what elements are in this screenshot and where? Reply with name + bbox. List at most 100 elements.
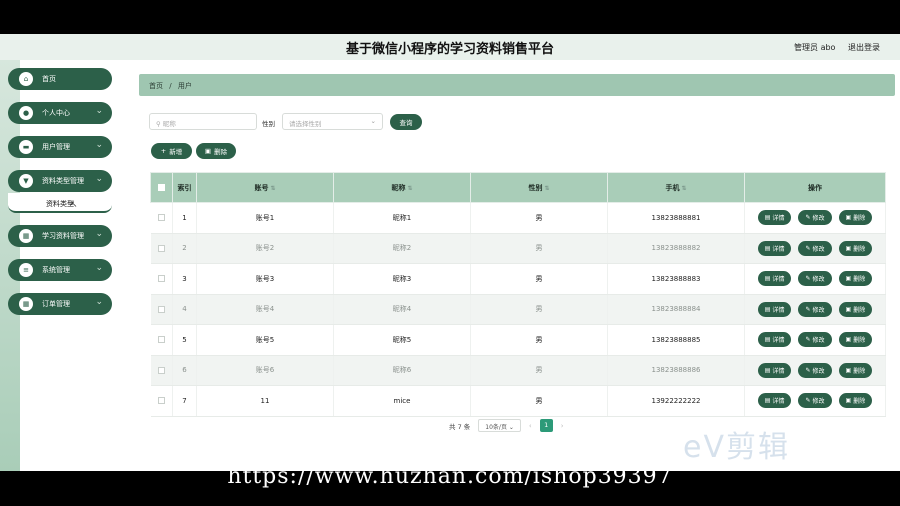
delete-button[interactable]: ▣ 删除 [838, 332, 873, 348]
edit-button[interactable]: ✎ 修改 [798, 301, 832, 317]
breadcrumb-current: 用户 [177, 82, 192, 90]
delete-button[interactable]: ▣ 删除 [838, 362, 873, 378]
detail-icon: ▤ [764, 305, 771, 313]
delete-button[interactable]: ▣ 删除 [838, 271, 873, 287]
cell-phone: 13823888883 [607, 263, 745, 295]
row-checkbox[interactable] [157, 305, 165, 313]
col-account[interactable]: 账号 ⇅ [196, 172, 334, 203]
row-checkbox[interactable] [157, 275, 165, 283]
col-gender[interactable]: 性别 ⇅ [470, 172, 608, 203]
sidebar-item-label: 订单管理 [42, 300, 70, 308]
sidebar-item-label: 系统管理 [42, 266, 70, 274]
sidebar-item-grid[interactable]: ▦ 学习资料管理 ⌄ [8, 225, 112, 247]
submenu-item-type[interactable]: 资料类型 ↖ [8, 193, 112, 213]
row-checkbox[interactable] [157, 366, 165, 374]
edit-button-label: 修改 [812, 337, 825, 345]
logout-link[interactable]: 退出登录 [848, 43, 880, 52]
edit-button[interactable]: ✎ 修改 [798, 393, 832, 409]
edit-button[interactable]: ✎ 修改 [798, 210, 832, 226]
detail-button-label: 详情 [772, 306, 785, 314]
prev-page-icon[interactable]: ‹ [529, 422, 532, 430]
edit-button-label: 修改 [812, 367, 825, 375]
detail-button-label: 详情 [772, 276, 785, 284]
home-icon: ⌂ [19, 72, 33, 86]
row-checkbox[interactable] [157, 336, 165, 344]
edit-icon: ✎ [805, 214, 811, 222]
page-size-select[interactable]: 10条/页 ⌄ [478, 419, 521, 432]
col-nickname[interactable]: 昵称 ⇅ [333, 172, 471, 203]
gender-label: 性别 [262, 120, 275, 128]
detail-button-label: 详情 [772, 337, 785, 345]
col-index: 索引 [172, 172, 197, 203]
edit-button[interactable]: ✎ 修改 [798, 271, 832, 287]
cell-account: 账号6 [196, 355, 334, 386]
table-row: 4 账号4 昵称4 男 13823888884 ▤ 详情 ✎ 修改 ▣ 删除 [150, 294, 886, 325]
cell-gender: 男 [470, 233, 608, 264]
nickname-placeholder: 昵称 [162, 120, 176, 128]
delete-button[interactable]: ▣ 删除 [838, 301, 873, 317]
detail-button[interactable]: ▤ 详情 [757, 362, 792, 378]
total-count: 共 7 条 [449, 422, 471, 431]
nickname-search-input[interactable]: ⚲ 昵称 [149, 113, 257, 130]
row-actions: ▤ 详情 ✎ 修改 ▣ 删除 [745, 210, 885, 226]
trash-icon: ▣ [845, 397, 852, 405]
detail-button[interactable]: ▤ 详情 [757, 301, 792, 317]
sidebar-item-category[interactable]: ▼ 资料类型管理 ⌄ [8, 170, 112, 192]
breadcrumb-home[interactable]: 首页 [149, 82, 163, 90]
user-info: 管理员 abo 退出登录 [784, 42, 880, 53]
bulk-delete-button[interactable]: ▣ 删除 [196, 143, 236, 159]
row-checkbox[interactable] [157, 244, 165, 252]
select-all-checkbox[interactable] [158, 184, 165, 191]
gender-placeholder: 请选择性别 [289, 120, 322, 128]
edit-button-label: 修改 [812, 245, 825, 253]
gender-select[interactable]: 请选择性别 ⌄ [282, 113, 383, 130]
edit-button[interactable]: ✎ 修改 [798, 362, 832, 378]
col-phone[interactable]: 手机 ⇅ [607, 172, 745, 203]
cell-account: 账号4 [196, 294, 334, 325]
sidebar-item-menu[interactable]: ≡ 系统管理 ⌄ [8, 259, 112, 281]
row-select-cell [150, 355, 173, 386]
mouse-cursor-icon: ↖ [70, 200, 78, 210]
next-page-icon[interactable]: › [561, 422, 564, 430]
edit-button-label: 修改 [812, 398, 825, 406]
chevron-down-icon: ⌄ [95, 263, 103, 273]
cell-index: 3 [172, 263, 197, 295]
detail-button[interactable]: ▤ 详情 [757, 271, 792, 287]
edit-button[interactable]: ✎ 修改 [798, 240, 832, 256]
row-actions: ▤ 详情 ✎ 修改 ▣ 删除 [745, 362, 885, 378]
trash-icon: ▣ [845, 214, 852, 222]
sort-icon: ⇅ [681, 184, 687, 192]
detail-button[interactable]: ▤ 详情 [757, 210, 792, 226]
cell-phone: 13823888882 [607, 233, 745, 264]
row-checkbox[interactable] [157, 397, 165, 405]
delete-button[interactable]: ▣ 删除 [838, 240, 873, 256]
detail-button[interactable]: ▤ 详情 [757, 332, 792, 348]
delete-button[interactable]: ▣ 删除 [838, 210, 873, 226]
cell-account: 账号3 [196, 263, 334, 295]
edit-button[interactable]: ✎ 修改 [798, 332, 832, 348]
sidebar-item-label: 用户管理 [42, 143, 70, 151]
search-button-label: 查询 [399, 119, 413, 127]
row-checkbox[interactable] [157, 214, 165, 222]
cell-nickname: 昵称5 [333, 324, 471, 356]
detail-button[interactable]: ▤ 详情 [757, 240, 792, 256]
user-table: 索引 账号 ⇅ 昵称 ⇅ 性别 ⇅ 手机 ⇅ 操作 1 账号1 昵称1 男 1382388888… [150, 172, 886, 417]
add-button[interactable]: + 新增 [151, 143, 192, 159]
cell-gender: 男 [470, 263, 608, 295]
cell-nickname: 昵称1 [333, 202, 471, 234]
detail-icon: ▤ [764, 336, 771, 344]
sidebar-item-home[interactable]: ⌂ 首页 [8, 68, 112, 90]
sidebar-item-order[interactable]: ▦ 订单管理 ⌄ [8, 293, 112, 315]
cell-index: 4 [172, 294, 197, 325]
cell-account: 账号5 [196, 324, 334, 356]
cell-gender: 男 [470, 385, 608, 417]
page-1-button[interactable]: 1 [539, 419, 553, 432]
sidebar-item-user[interactable]: ● 个人中心 ⌄ [8, 102, 112, 124]
sidebar-item-label: 资料类型管理 [42, 177, 84, 185]
top-bar: 基于微信小程序的学习资料销售平台 管理员 abo 退出登录 [0, 34, 900, 60]
search-button[interactable]: 查询 [390, 114, 422, 130]
detail-button[interactable]: ▤ 详情 [757, 393, 792, 409]
row-select-cell [150, 324, 173, 356]
sidebar-item-users[interactable]: ▬ 用户管理 ⌄ [8, 136, 112, 158]
delete-button[interactable]: ▣ 删除 [838, 393, 873, 409]
